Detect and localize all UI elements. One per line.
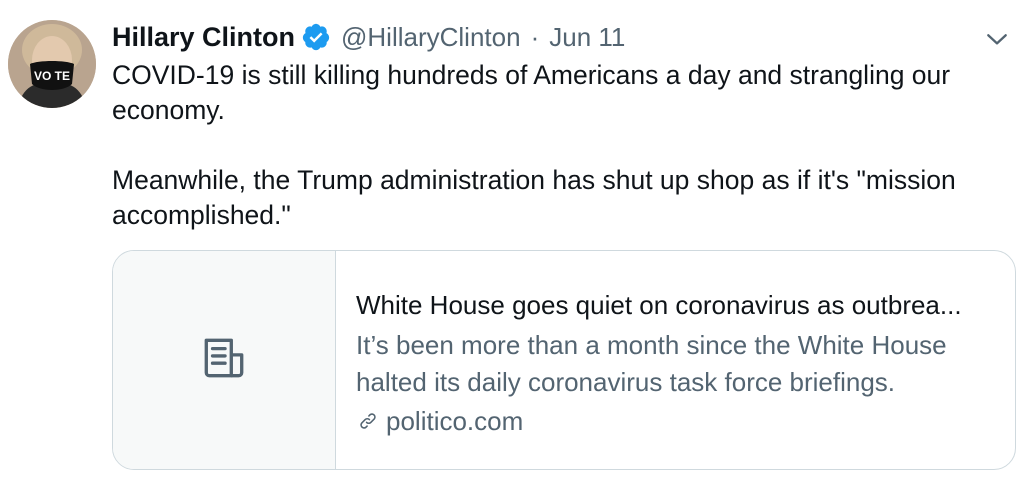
avatar[interactable]: VO TE bbox=[8, 20, 96, 108]
display-name[interactable]: Hillary Clinton bbox=[112, 22, 295, 53]
verified-badge-icon bbox=[301, 22, 331, 52]
tweet-text: COVID-19 is still killing hundreds of Am… bbox=[112, 58, 1012, 233]
mask-text: VO TE bbox=[34, 69, 70, 83]
card-media bbox=[113, 251, 336, 469]
tweet-header: Hillary Clinton @HillaryClinton · Jun 11 bbox=[112, 20, 625, 54]
link-card[interactable]: White House goes quiet on coronavirus as… bbox=[112, 250, 1016, 470]
card-text: White House goes quiet on coronavirus as… bbox=[336, 251, 1015, 469]
tweet-paragraph: COVID-19 is still killing hundreds of Am… bbox=[112, 60, 951, 125]
user-handle[interactable]: @HillaryClinton bbox=[341, 22, 521, 53]
tweet[interactable]: VO TE Hillary Clinton @HillaryClinton · … bbox=[0, 0, 1024, 480]
tweet-date[interactable]: Jun 11 bbox=[549, 22, 625, 53]
card-domain: politico.com bbox=[356, 403, 993, 439]
chevron-down-icon[interactable] bbox=[982, 24, 1012, 54]
article-icon bbox=[199, 333, 249, 388]
card-description: It’s been more than a month since the Wh… bbox=[356, 330, 947, 397]
separator-dot: · bbox=[530, 21, 540, 52]
tweet-paragraph: Meanwhile, the Trump administration has … bbox=[112, 165, 956, 230]
link-icon bbox=[360, 413, 376, 429]
card-domain-text: politico.com bbox=[386, 406, 524, 436]
card-title: White House goes quiet on coronavirus as… bbox=[356, 290, 962, 320]
